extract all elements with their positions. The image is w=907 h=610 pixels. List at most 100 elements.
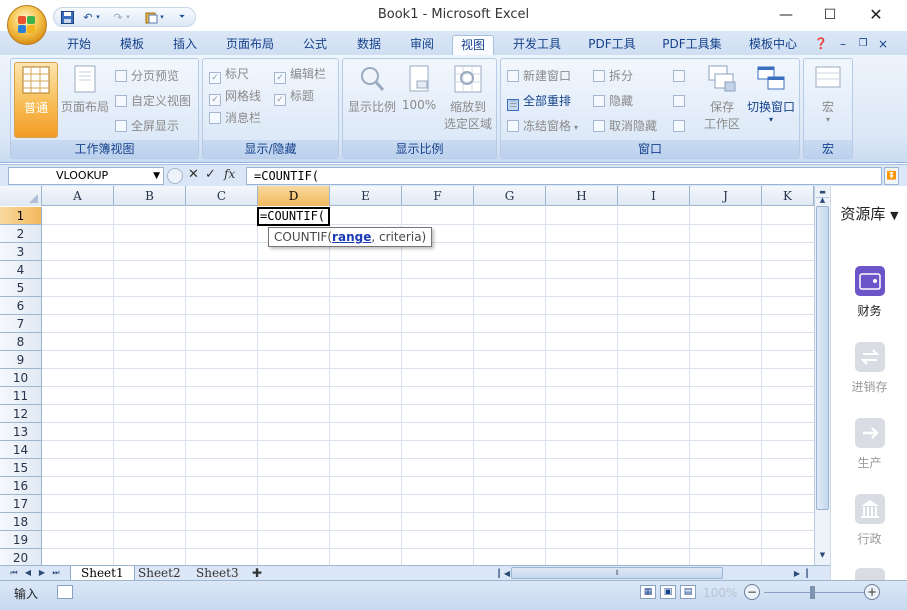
- page-layout-view-button[interactable]: 页面布局: [61, 62, 109, 138]
- row-header-20[interactable]: 20: [0, 549, 42, 565]
- cell-grid[interactable]: [42, 207, 814, 565]
- tab-templates[interactable]: 模板: [114, 35, 150, 55]
- ribbon-restore-icon[interactable]: ❐: [856, 35, 870, 55]
- row-header-12[interactable]: 12: [0, 405, 42, 423]
- cancel-icon[interactable]: ✕: [188, 167, 199, 182]
- help-icon[interactable]: ❓: [812, 35, 830, 55]
- macro-record-icon[interactable]: [57, 585, 73, 599]
- insert-function-icon[interactable]: fx: [224, 167, 235, 181]
- formula-bar-checkbox[interactable]: ✓ 编辑栏: [274, 65, 326, 84]
- name-box[interactable]: VLOOKUP ▼: [8, 167, 164, 185]
- page-break-status-icon[interactable]: ▤: [680, 585, 696, 599]
- minimize-button[interactable]: —: [774, 5, 798, 25]
- headings-checkbox[interactable]: ✓ 标题: [274, 87, 314, 106]
- active-cell[interactable]: =COUNTIF(: [257, 207, 330, 226]
- tab-template-center[interactable]: 模板中心: [742, 35, 804, 55]
- save-workspace-button[interactable]: 保存 工作区: [699, 62, 745, 138]
- freeze-panes-button[interactable]: 冻结窗格 ▾: [507, 117, 578, 135]
- ribbon-minimize-icon[interactable]: –: [836, 35, 850, 55]
- sheet-tab-1[interactable]: Sheet1: [70, 566, 135, 581]
- vertical-scrollbar[interactable]: ▬ ▲ ▼: [814, 186, 830, 565]
- row-header-4[interactable]: 4: [0, 261, 42, 279]
- column-header-b[interactable]: B: [114, 186, 186, 206]
- column-header-a[interactable]: A: [42, 186, 114, 206]
- tab-home[interactable]: 开始: [60, 35, 98, 55]
- sheet-tab-3[interactable]: Sheet3: [186, 566, 249, 581]
- column-header-f[interactable]: F: [402, 186, 474, 206]
- column-header-k[interactable]: K: [762, 186, 814, 206]
- scroll-up-icon[interactable]: ▲: [816, 194, 829, 206]
- ruler-checkbox[interactable]: ✓ 标尺: [209, 65, 249, 84]
- row-header-19[interactable]: 19: [0, 531, 42, 549]
- zoom-level[interactable]: 100%: [703, 586, 737, 600]
- insert-sheet-icon[interactable]: ✚: [246, 566, 268, 581]
- next-sheet-icon[interactable]: ▶: [36, 566, 48, 580]
- column-header-e[interactable]: E: [330, 186, 402, 206]
- normal-view-button[interactable]: 普通: [14, 62, 58, 138]
- column-header-j[interactable]: J: [690, 186, 762, 206]
- row-header-9[interactable]: 9: [0, 351, 42, 369]
- row-header-13[interactable]: 13: [0, 423, 42, 441]
- row-header-11[interactable]: 11: [0, 387, 42, 405]
- row-header-15[interactable]: 15: [0, 459, 42, 477]
- side-item-finance[interactable]: 财务: [831, 266, 907, 319]
- tab-insert[interactable]: 插入: [166, 35, 204, 55]
- column-header-g[interactable]: G: [474, 186, 546, 206]
- tooltip-range-link[interactable]: range: [332, 230, 371, 244]
- maximize-button[interactable]: ☐: [818, 5, 842, 25]
- zoom-100-button[interactable]: 100%: [399, 62, 439, 138]
- tab-view[interactable]: 视图: [452, 35, 494, 55]
- new-window-button[interactable]: 新建窗口: [507, 67, 571, 85]
- row-header-5[interactable]: 5: [0, 279, 42, 297]
- enter-icon[interactable]: ✓: [205, 167, 216, 182]
- arrange-all-button[interactable]: ☰ 全部重排: [507, 92, 571, 111]
- hscroll-end-icon[interactable]: ┃: [801, 567, 813, 581]
- tab-page-layout[interactable]: 页面布局: [220, 35, 280, 55]
- split-button[interactable]: 拆分: [593, 67, 633, 85]
- name-box-dropdown-icon[interactable]: ▼: [153, 168, 160, 184]
- full-screen-button[interactable]: 全屏显示: [115, 117, 179, 135]
- sheet-tab-2[interactable]: Sheet2: [128, 566, 191, 581]
- tab-review[interactable]: 审阅: [403, 35, 441, 55]
- row-header-6[interactable]: 6: [0, 297, 42, 315]
- resource-panel-header[interactable]: 资源库 ▼: [831, 203, 907, 224]
- page-layout-status-icon[interactable]: ▣: [660, 585, 676, 599]
- last-sheet-icon[interactable]: ⏭: [50, 566, 62, 580]
- view-side-by-side-button[interactable]: [673, 67, 689, 85]
- hide-button[interactable]: 隐藏: [593, 92, 633, 110]
- row-header-1[interactable]: 1: [0, 207, 42, 225]
- tab-pdf-tools[interactable]: PDF工具: [582, 35, 642, 55]
- message-bar-checkbox[interactable]: 消息栏: [209, 109, 261, 127]
- formula-bar-toggle-icon[interactable]: [167, 168, 183, 184]
- column-header-d[interactable]: D: [258, 186, 330, 206]
- scroll-down-icon[interactable]: ▼: [816, 549, 829, 561]
- switch-windows-button[interactable]: 切换窗口 ▾: [745, 62, 797, 138]
- tab-data[interactable]: 数据: [350, 35, 388, 55]
- macros-button[interactable]: 宏 ▾: [806, 62, 850, 138]
- horizontal-scroll-thumb[interactable]: ⦀: [511, 567, 723, 579]
- row-header-7[interactable]: 7: [0, 315, 42, 333]
- tab-pdf-toolset[interactable]: PDF工具集: [657, 35, 727, 55]
- tab-developer[interactable]: 开发工具: [507, 35, 567, 55]
- sync-scroll-button[interactable]: [673, 92, 689, 110]
- row-header-3[interactable]: 3: [0, 243, 42, 261]
- gridlines-checkbox[interactable]: ✓ 网格线: [209, 87, 261, 106]
- zoom-out-icon[interactable]: −: [744, 584, 760, 600]
- row-header-8[interactable]: 8: [0, 333, 42, 351]
- side-item-inventory[interactable]: 进销存: [831, 342, 907, 395]
- side-item-admin[interactable]: 行政: [831, 494, 907, 547]
- first-sheet-icon[interactable]: ⏮: [8, 566, 20, 580]
- zoom-to-selection-button[interactable]: 缩放到 选定区域: [441, 62, 495, 138]
- unhide-button[interactable]: 取消隐藏: [593, 117, 657, 135]
- prev-sheet-icon[interactable]: ◀: [22, 566, 34, 580]
- custom-views-button[interactable]: 自定义视图: [115, 92, 191, 110]
- reset-position-button[interactable]: [673, 117, 689, 135]
- column-header-i[interactable]: I: [618, 186, 690, 206]
- row-header-10[interactable]: 10: [0, 369, 42, 387]
- row-header-17[interactable]: 17: [0, 495, 42, 513]
- formula-input[interactable]: =COUNTIF(: [246, 167, 882, 185]
- row-header-18[interactable]: 18: [0, 513, 42, 531]
- column-header-c[interactable]: C: [186, 186, 258, 206]
- row-header-16[interactable]: 16: [0, 477, 42, 495]
- office-button[interactable]: [7, 5, 47, 45]
